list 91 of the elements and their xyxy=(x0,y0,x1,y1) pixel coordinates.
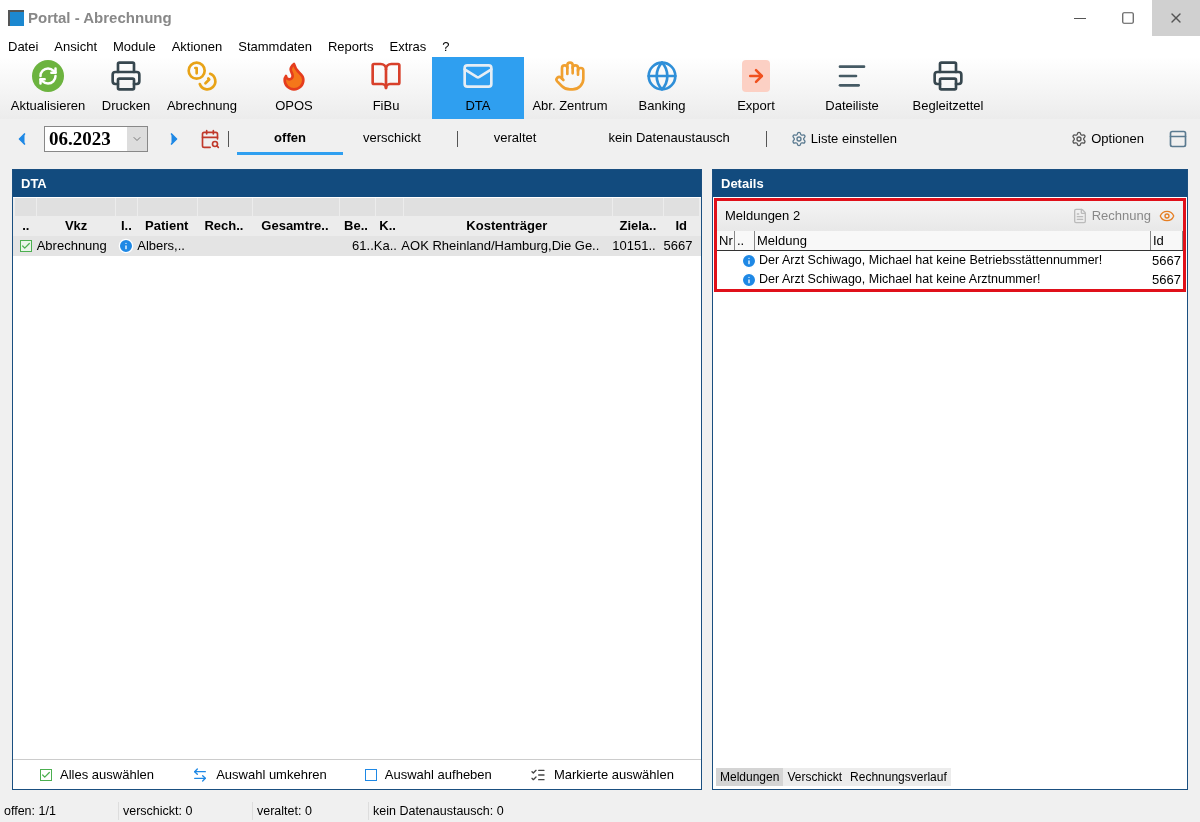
hand-icon xyxy=(554,59,586,92)
status-text: verschickt: 0 xyxy=(118,801,252,821)
toolbar-button[interactable]: Aktualisieren xyxy=(0,57,96,119)
message-id: 5667 xyxy=(1151,270,1182,289)
table-cell-text: AOK Rheinland/Hamburg,Die Ge.. xyxy=(401,237,600,256)
panel-header: DTA xyxy=(13,170,701,197)
menu-item[interactable]: Reports xyxy=(327,36,374,57)
details-tab[interactable]: Rechnungsverlauf xyxy=(846,768,951,786)
toolbar-button[interactable]: Dateiliste xyxy=(804,57,900,119)
selection-action-button[interactable]: Auswahl umkehren xyxy=(192,764,327,785)
table-cell-text: Abrechnung xyxy=(36,237,107,256)
column-header[interactable]: Nr xyxy=(717,230,735,251)
panel-layout-icon[interactable] xyxy=(1168,129,1188,149)
selection-action-button[interactable]: Markierte auswählen xyxy=(529,764,674,785)
toolbar-button[interactable]: Abrechnung xyxy=(156,57,248,119)
filter-tab[interactable]: veraltet xyxy=(481,123,549,155)
filter-tab[interactable]: kein Datenaustausch xyxy=(596,123,742,155)
menu-item[interactable]: Datei xyxy=(8,36,39,57)
menu-item[interactable]: Extras xyxy=(389,36,427,57)
column-header[interactable]: Be.. xyxy=(338,216,374,236)
message-text: Der Arzt Schiwago, Michael hat keine Arztnummer! xyxy=(759,271,1042,289)
menu-item[interactable]: ? xyxy=(442,36,450,57)
gear-icon xyxy=(790,131,807,147)
options-button[interactable]: Optionen xyxy=(1071,129,1144,149)
menu-item[interactable]: Module xyxy=(113,36,156,57)
column-header[interactable]: Kostenträger xyxy=(401,216,613,236)
column-header[interactable]: Vkz xyxy=(36,216,116,236)
column-header[interactable]: Patient xyxy=(137,216,197,236)
column-header[interactable]: Gesamtre.. xyxy=(251,216,339,236)
status-text: veraltet: 0 xyxy=(252,801,368,821)
toolbar-button[interactable]: Drucken xyxy=(96,57,156,119)
toolbar-button[interactable]: DTA xyxy=(432,57,524,119)
column-header[interactable]: I.. xyxy=(115,216,138,236)
column-header[interactable]: Meldung xyxy=(755,230,1151,251)
table-row[interactable]: Abrechnung Albers,.. 61..Ka.. AOK Rheinland/Hamburg,Die Ge.. 10151.. 5667 xyxy=(13,236,701,256)
messages-count: Meldungen 2 xyxy=(725,207,801,226)
window-title: Portal - Abrechnung xyxy=(28,7,172,28)
panel-header: Details xyxy=(713,170,1187,197)
swap-arrows-icon xyxy=(192,766,209,783)
settings-icon xyxy=(1071,131,1088,147)
info-icon xyxy=(741,271,757,288)
status-text: kein Datenaustausch: 0 xyxy=(368,801,508,821)
period-dropdown[interactable]: 06.2023 xyxy=(44,126,148,152)
column-header[interactable]: Id xyxy=(663,216,699,236)
empty-checkbox-icon xyxy=(364,768,377,781)
globe-icon xyxy=(646,59,678,92)
table-cell-text: Albers,.. xyxy=(137,237,185,256)
list-settings-button[interactable]: Liste einstellen xyxy=(790,129,897,149)
toolbar-button[interactable]: Begleitzettel xyxy=(900,57,996,119)
filter-tab[interactable]: verschickt xyxy=(351,123,433,155)
menu-item[interactable]: Stammdaten xyxy=(238,36,312,57)
app-logo-icon xyxy=(8,10,24,26)
status-text: offen: 1/1 xyxy=(3,802,57,820)
details-tab[interactable]: Verschickt xyxy=(783,768,847,786)
info-icon xyxy=(741,252,757,269)
toolbar-button[interactable]: Banking xyxy=(616,57,708,119)
table-cell-text: Ka.. xyxy=(373,237,397,256)
column-header[interactable]: Rech.. xyxy=(196,216,252,236)
message-id: 5667 xyxy=(1151,251,1182,270)
export-icon xyxy=(742,59,770,92)
refresh-icon xyxy=(32,59,64,92)
selection-action-button[interactable]: Alles auswählen xyxy=(40,764,154,785)
toolbar-button[interactable]: Export xyxy=(708,57,804,119)
table-cell-text: 10151.. xyxy=(612,237,656,256)
maximize-icon xyxy=(1121,11,1135,25)
close-button[interactable] xyxy=(1152,0,1200,36)
eye-icon[interactable] xyxy=(1159,208,1175,224)
coins-icon xyxy=(186,59,218,92)
document-icon xyxy=(1071,208,1088,224)
column-header[interactable]: Ziela.. xyxy=(612,216,664,236)
toolbar-button[interactable]: FiBu xyxy=(340,57,432,119)
filter-tab[interactable]: offen xyxy=(237,123,343,155)
table-cell-text: 5667 xyxy=(663,237,693,256)
column-header[interactable]: K.. xyxy=(373,216,402,236)
menu-item[interactable]: Ansicht xyxy=(54,36,97,57)
message-text: Der Arzt Schiwago, Michael hat keine Betriebsstättennummer! xyxy=(759,252,1104,270)
selection-action-button[interactable]: Auswahl aufheben xyxy=(364,764,492,785)
minimize-icon xyxy=(1074,17,1086,19)
toolbar-button[interactable]: OPOS xyxy=(248,57,340,119)
column-header[interactable]: .. xyxy=(735,230,755,251)
printer-icon xyxy=(110,59,142,92)
calendar-search-icon[interactable] xyxy=(200,129,220,149)
column-header[interactable]: Id xyxy=(1151,230,1183,251)
column-header[interactable]: .. xyxy=(15,216,37,236)
printer-icon xyxy=(932,59,964,92)
details-tab[interactable]: Meldungen xyxy=(716,768,784,786)
toolbar-button[interactable]: Abr. Zentrum xyxy=(524,57,616,119)
row-checkbox[interactable] xyxy=(19,240,32,252)
table-cell-text: 61.. xyxy=(352,237,374,256)
menu-item[interactable]: Aktionen xyxy=(171,36,223,57)
checkbox-icon xyxy=(40,768,53,781)
